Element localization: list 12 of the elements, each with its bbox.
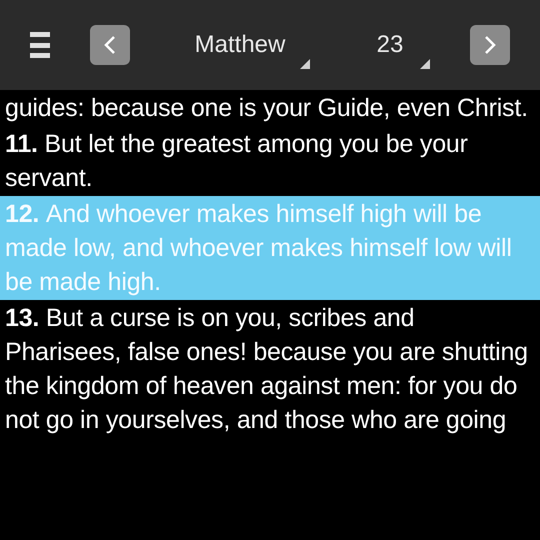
book-dropdown[interactable]: Matthew	[170, 21, 310, 69]
menu-icon[interactable]	[30, 32, 50, 58]
verse-text[interactable]: 13. But a curse is on you, scribes and Pharisees, false ones! because you are shutting the kingdom of heaven against men: for you do not go in yourselves, and those who are going	[0, 300, 540, 438]
chapter-dropdown[interactable]: 23	[350, 21, 430, 69]
next-button[interactable]	[470, 25, 510, 65]
chevron-left-icon	[104, 35, 116, 55]
dropdown-triangle-icon	[420, 59, 430, 69]
verse-text[interactable]: guides: because one is your Guide, even Christ.	[0, 90, 540, 126]
previous-button[interactable]	[90, 25, 130, 65]
chevron-right-icon	[484, 35, 496, 55]
verse-text[interactable]: 11. But let the greatest among you be your servant.	[0, 126, 540, 196]
dropdown-triangle-icon	[300, 59, 310, 69]
